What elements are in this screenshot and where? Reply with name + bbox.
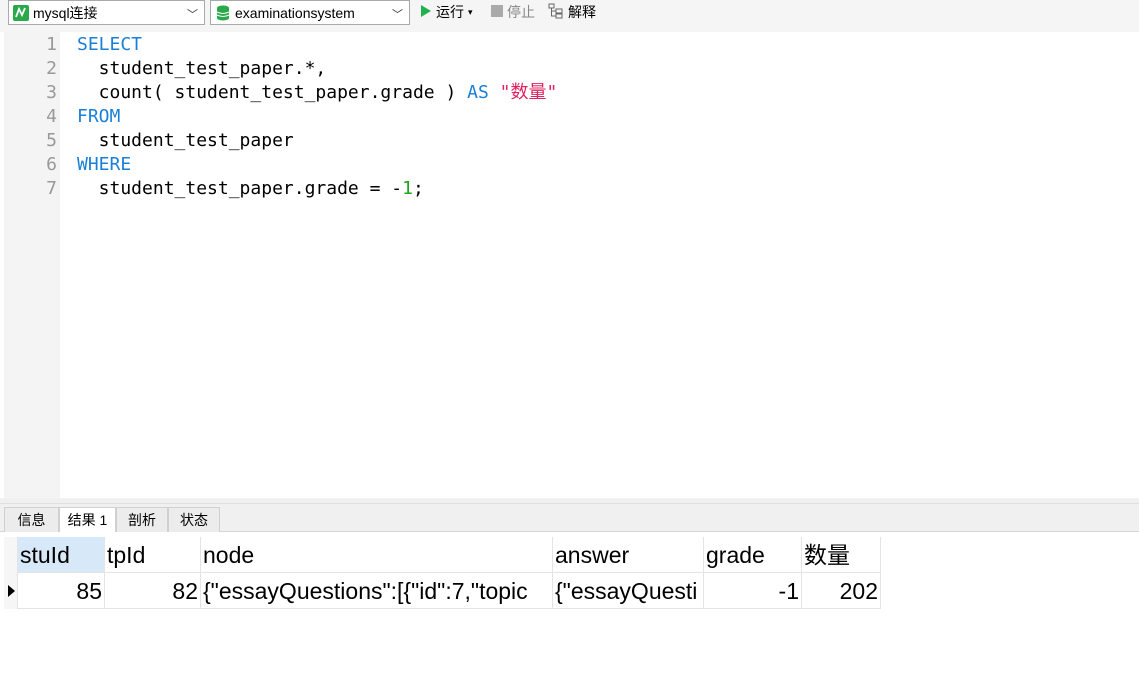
column-header[interactable]: 数量 xyxy=(802,537,881,573)
stop-icon xyxy=(491,4,503,20)
line-number: 6 xyxy=(46,154,57,175)
tab-status[interactable]: 状态 xyxy=(168,507,220,532)
result-grid[interactable]: stuId tpId node answer grade 数量 85 82 {"… xyxy=(4,532,1139,673)
row-selector-column xyxy=(4,537,18,609)
column-header[interactable]: tpId xyxy=(105,537,201,573)
line-number: 1 xyxy=(46,34,57,55)
current-row-icon xyxy=(8,585,15,597)
code-line: student_test_paper.*, xyxy=(77,58,327,79)
stop-button[interactable]: 停止 xyxy=(491,2,535,22)
mysql-connection-icon xyxy=(13,4,29,21)
sql-editor[interactable]: 1 2 3 4 5 6 7 SELECT student_test_paper.… xyxy=(4,32,1139,498)
line-number: 2 xyxy=(46,58,57,79)
code-line: WHERE xyxy=(77,153,131,177)
code-line: count( student_test_paper.grade ) AS "数量… xyxy=(77,81,558,105)
line-number: 3 xyxy=(46,82,57,103)
code-text: count( student_test_paper.grade ) xyxy=(77,82,468,103)
run-button[interactable]: 运行 ▾ xyxy=(420,2,473,22)
column-header[interactable]: grade xyxy=(704,537,802,573)
result-tabs: 信息 结果 1 剖析 状态 xyxy=(0,504,1139,533)
tab-profile[interactable]: 剖析 xyxy=(116,507,168,532)
line-number: 5 xyxy=(46,130,57,151)
code-text: student_test_paper.grade = - xyxy=(77,178,403,199)
sql-number: 1 xyxy=(402,178,413,199)
explain-button[interactable]: 解释 xyxy=(548,2,596,22)
line-number: 7 xyxy=(46,178,57,199)
code-line: SELECT xyxy=(77,33,142,57)
connection-value: mysql连接 xyxy=(33,4,98,21)
run-dropdown-icon[interactable]: ▾ xyxy=(468,7,473,18)
column-header[interactable]: stuId xyxy=(18,537,105,573)
sql-keyword: WHERE xyxy=(77,154,132,175)
database-value: examinationsystem xyxy=(235,4,355,21)
connection-select[interactable]: mysql连接 ﹀ xyxy=(8,0,205,25)
tab-result-1[interactable]: 结果 1 xyxy=(59,507,116,533)
table-cell[interactable]: 202 xyxy=(802,573,881,609)
stop-label: 停止 xyxy=(507,4,535,20)
column-header[interactable]: answer xyxy=(553,537,704,573)
explain-label: 解释 xyxy=(568,4,596,20)
sql-string: "数量" xyxy=(499,82,558,103)
toolbar: mysql连接 ﹀ examinationsystem ﹀ 运行 ▾ 停止 解释 xyxy=(0,0,1139,32)
table-cell[interactable]: -1 xyxy=(704,573,802,609)
table-cell[interactable]: {"essayQuestions":[{"id":7,"topic xyxy=(201,573,553,609)
play-icon xyxy=(420,4,432,21)
explain-icon xyxy=(548,3,564,22)
sql-keyword: SELECT xyxy=(77,34,143,55)
code-line: student_test_paper.grade = -1; xyxy=(77,177,424,201)
column-header[interactable]: node xyxy=(201,537,553,573)
run-label: 运行 xyxy=(436,4,464,20)
code-line: student_test_paper xyxy=(77,130,294,151)
code-text: ; xyxy=(412,178,424,199)
table-cell[interactable]: 82 xyxy=(105,573,201,609)
sql-keyword: AS xyxy=(467,82,489,103)
line-number: 4 xyxy=(46,106,57,127)
chevron-down-icon: ﹀ xyxy=(392,9,403,21)
table-cell[interactable]: 85 xyxy=(18,573,105,609)
sql-keyword: FROM xyxy=(77,106,121,127)
database-select[interactable]: examinationsystem ﹀ xyxy=(210,0,410,25)
table-cell[interactable]: {"essayQuesti xyxy=(553,573,704,609)
code-line: FROM xyxy=(77,105,120,129)
tab-info[interactable]: 信息 xyxy=(4,507,59,532)
chevron-down-icon: ﹀ xyxy=(187,9,198,21)
database-icon xyxy=(215,5,231,21)
